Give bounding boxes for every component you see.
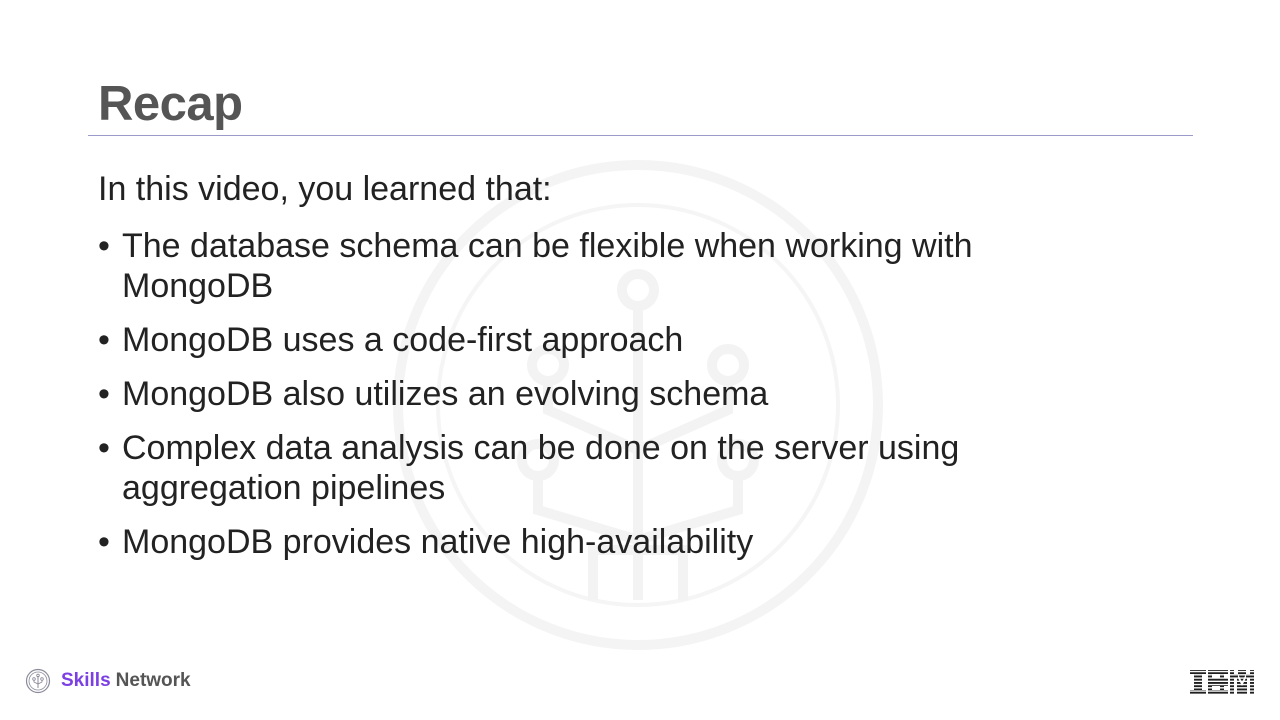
intro-text: In this video, you learned that: bbox=[98, 170, 552, 208]
bullet-item: • MongoDB uses a code-first approach bbox=[98, 320, 1098, 360]
bullet-text: MongoDB provides native high-availabilit… bbox=[122, 523, 754, 561]
bullet-item: • Complex data analysis can be done on t… bbox=[98, 428, 1098, 508]
title-divider bbox=[88, 135, 1193, 136]
skills-network-logo-icon bbox=[25, 668, 51, 694]
bullet-marker: • bbox=[98, 227, 110, 265]
bullet-marker: • bbox=[98, 523, 110, 561]
recap-bullet-list: • The database schema can be flexible wh… bbox=[98, 226, 1098, 576]
slide: Recap In this video, you learned that: •… bbox=[0, 0, 1280, 720]
skills-network-brand: Skills Network bbox=[25, 668, 191, 694]
bullet-marker: • bbox=[98, 321, 110, 359]
bullet-item: • MongoDB provides native high-availabil… bbox=[98, 522, 1098, 562]
bullet-item: • MongoDB also utilizes an evolving sche… bbox=[98, 374, 1098, 414]
bullet-marker: • bbox=[98, 375, 110, 413]
bullet-marker: • bbox=[98, 429, 110, 467]
bullet-text: Complex data analysis can be done on the… bbox=[122, 429, 960, 507]
bullet-text: MongoDB also utilizes an evolving schema bbox=[122, 375, 769, 413]
bullet-text: The database schema can be flexible when… bbox=[122, 227, 973, 305]
brand-name-rest: Network bbox=[115, 670, 191, 691]
ibm-logo bbox=[1189, 669, 1255, 695]
bullet-item: • The database schema can be flexible wh… bbox=[98, 226, 1098, 306]
slide-title: Recap bbox=[98, 77, 243, 131]
brand-name-highlight: Skills bbox=[61, 670, 111, 691]
bullet-text: MongoDB uses a code-first approach bbox=[122, 321, 684, 359]
